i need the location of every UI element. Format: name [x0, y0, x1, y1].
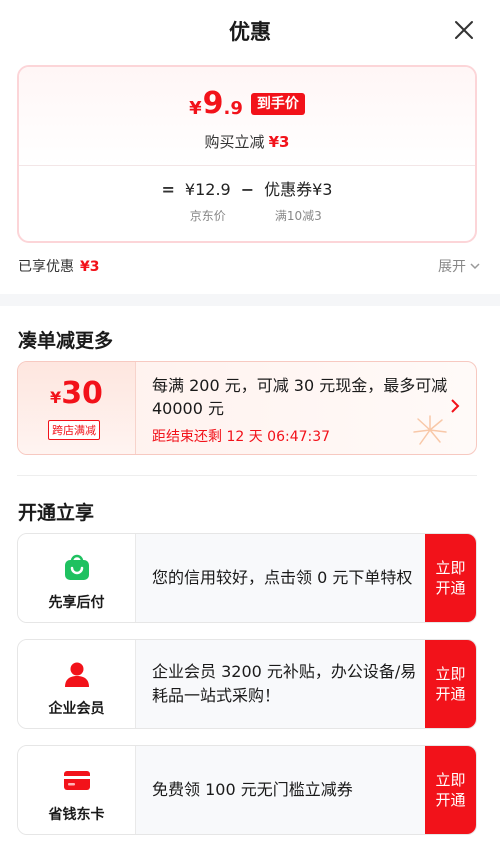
coupon-item: 优惠券¥3 满10减3 — [264, 179, 332, 224]
section-gap — [0, 294, 500, 306]
jd-price-value: ¥12.9 — [184, 180, 231, 199]
benefit-name: 省钱东卡 — [48, 807, 105, 823]
benefit-card-enterprise: 企业会员 企业会员 3200 元补贴，办公设备/易耗品一站式采购！ 立即开通 — [17, 639, 477, 729]
final-price-row: ¥ 9 .9 到手价 — [19, 89, 475, 119]
expand-button[interactable]: 展开 — [438, 256, 480, 276]
enjoyed-discount-row: 已享优惠 ¥3 展开 — [18, 256, 480, 276]
final-price-integer: 9 — [202, 86, 224, 121]
final-price: ¥ 9 .9 — [189, 89, 243, 119]
activate-button[interactable]: 立即开通 — [425, 534, 476, 622]
activate-button[interactable]: 立即开通 — [425, 640, 476, 728]
chevron-right-icon — [451, 399, 460, 413]
final-price-badge: 到手价 — [250, 93, 305, 115]
divider — [19, 165, 475, 166]
benefit-description: 您的信用较好，点击领 0 元下单特权 — [152, 568, 413, 587]
instant-discount: 购买立减 ¥3 — [19, 131, 475, 152]
enjoyed-label: 已享优惠 — [18, 259, 74, 275]
price-summary: ¥ 9 .9 到手价 购买立减 ¥3 — [19, 67, 475, 165]
expand-label: 展开 — [438, 259, 466, 275]
price-formula: = ¥12.9 京东价 − 优惠券¥3 满10减3 — [19, 179, 475, 224]
cross-store-promo-card[interactable]: ¥30 跨店满减 每满 200 元，可减 30 元现金，最多可减 40000 元… — [17, 361, 477, 455]
promo-amount-panel: ¥30 跨店满减 — [18, 362, 136, 454]
more-discounts-title: 凑单减更多 — [18, 330, 114, 352]
coupon-label: 满10减3 — [274, 209, 322, 223]
equals-sign: = — [161, 180, 175, 199]
page-title: 优惠 — [229, 20, 271, 44]
close-icon[interactable] — [454, 20, 474, 40]
promo-countdown: 距结束还剩 12 天 06:47:37 — [152, 429, 331, 445]
minus-sign: − — [240, 180, 255, 199]
promo-amount: ¥30 — [18, 376, 135, 411]
header: 优惠 — [0, 0, 500, 60]
enjoyed-amount: ¥3 — [80, 259, 100, 275]
instant-discount-label: 购买立减 — [204, 133, 265, 151]
promo-value: 30 — [61, 376, 103, 411]
final-price-decimal: .9 — [223, 98, 243, 119]
benefit-name: 企业会员 — [48, 701, 105, 717]
chevron-down-icon — [470, 263, 480, 270]
benefit-description: 企业会员 3200 元补贴，办公设备/易耗品一站式采购！ — [152, 662, 417, 705]
promo-currency: ¥ — [50, 388, 62, 407]
sparkle-icon — [413, 415, 447, 445]
divider — [17, 475, 477, 476]
benefit-label-panel: 省钱东卡 — [18, 746, 136, 834]
benefit-card-saving-card: 省钱东卡 免费领 100 元无门槛立减券 立即开通 — [17, 745, 477, 835]
benefit-card-pay-later: 先享后付 您的信用较好，点击领 0 元下单特权 立即开通 — [17, 533, 477, 623]
activate-button[interactable]: 立即开通 — [425, 746, 476, 834]
shopping-bag-icon — [65, 554, 89, 580]
benefit-label-panel: 先享后付 — [18, 534, 136, 622]
instant-discount-amount: ¥3 — [268, 133, 290, 151]
jd-price-label: 京东价 — [189, 209, 226, 223]
benefit-label-panel: 企业会员 — [18, 640, 136, 728]
benefit-description: 免费领 100 元无门槛立减券 — [152, 780, 353, 799]
benefits-title: 开通立享 — [18, 502, 95, 524]
benefit-name: 先享后付 — [48, 595, 105, 611]
coupon-value: 优惠券¥3 — [264, 180, 333, 199]
promo-description: 每满 200 元，可减 30 元现金，最多可减 40000 元 — [152, 376, 448, 418]
user-icon — [65, 662, 89, 687]
promo-tag: 跨店满减 — [48, 420, 100, 440]
price-card: ¥ 9 .9 到手价 购买立减 ¥3 = ¥12.9 京东价 − 优惠券¥3 满1… — [17, 65, 477, 243]
jd-price-item: ¥12.9 京东价 — [185, 179, 231, 224]
card-icon — [64, 771, 90, 790]
final-price-currency: ¥ — [189, 98, 202, 119]
